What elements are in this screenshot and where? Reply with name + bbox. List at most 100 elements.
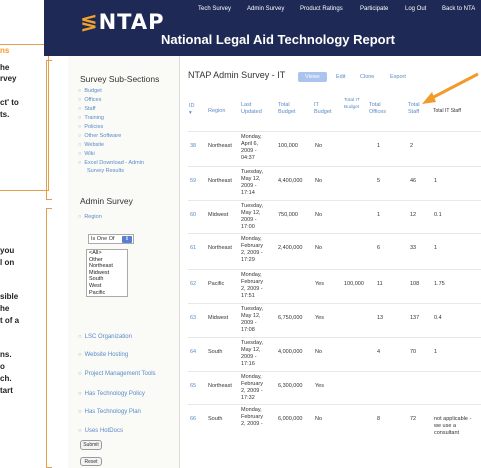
sidebar-item-policies[interactable]: ○ Policies	[78, 124, 103, 130]
row-total-budget: 4,000,000	[278, 349, 303, 355]
filter-lsc-organization[interactable]: ○ LSC Organization	[78, 334, 132, 340]
logo-mark-icon: ≶	[80, 10, 99, 34]
region-option[interactable]: Other	[87, 257, 127, 264]
row-total-it-staff: 1	[434, 178, 438, 184]
nav-admin-survey[interactable]: Admin Survey	[247, 6, 284, 12]
filter-region[interactable]: ○ Region	[78, 214, 102, 220]
filter-uses-hotdocs[interactable]: ○ Uses HotDocs	[78, 428, 123, 434]
tab-views[interactable]: Views	[298, 72, 327, 82]
row-last-updated: Tuesday, May 12, 2009 -17:08	[241, 306, 264, 333]
region-option[interactable]: Pacific	[87, 290, 127, 297]
row-it-budget: No	[315, 178, 323, 184]
row-last-updated: Tuesday, May 12, 2009 -17:14	[241, 169, 264, 196]
row-id-link[interactable]: 59	[190, 178, 196, 185]
region-option[interactable]: Northeast	[87, 263, 127, 270]
logo[interactable]: ≶NTAP	[80, 10, 165, 34]
reset-button[interactable]: Reset	[80, 457, 102, 466]
filter-has-technology-plan[interactable]: ○ Has Technology Plan	[78, 409, 141, 415]
annotation-bracket	[46, 208, 52, 468]
row-total-offices: 8	[377, 416, 381, 422]
row-id-link[interactable]: 66	[190, 416, 196, 423]
region-multiselect[interactable]: <All> Other Northeast Midwest South West…	[86, 249, 128, 297]
row-region: South	[208, 416, 223, 422]
row-total-budget: 6,300,000	[278, 383, 303, 389]
nav-tech-survey[interactable]: Tech Survey	[198, 6, 231, 12]
col-header-it-budget[interactable]: IT Budget	[314, 102, 332, 115]
nav-participate[interactable]: Participate	[360, 6, 388, 12]
submit-button[interactable]: Submit	[80, 440, 102, 450]
annotation-text: ns.	[0, 350, 12, 359]
row-id-link[interactable]: 62	[190, 281, 196, 288]
row-total-offices: 1	[377, 143, 381, 149]
row-total-staff: 12	[410, 212, 417, 218]
annotation-text: ch.	[0, 374, 12, 383]
sidebar-item-wiki[interactable]: ○ Wiki	[78, 151, 95, 157]
filter-has-technology-policy[interactable]: ○ Has Technology Policy	[78, 391, 145, 397]
col-header-region[interactable]: Region	[208, 108, 234, 115]
logo-text: NTAP	[98, 10, 165, 34]
col-header-total-budget[interactable]: Total Budget	[278, 102, 300, 115]
row-id-link[interactable]: 63	[190, 315, 196, 322]
col-header-last-updated[interactable]: Last Updated	[241, 102, 267, 115]
sidebar-item-website[interactable]: ○ Website	[78, 142, 104, 148]
sidebar-item-other-software[interactable]: ○ Other Software	[78, 133, 121, 139]
chevron-down-icon: ⇕	[122, 236, 132, 243]
row-total-offices: 13	[377, 315, 384, 321]
sidebar-item-excel-download-cont[interactable]: Survey Results	[87, 168, 124, 174]
row-divider	[188, 337, 481, 338]
row-total-staff: 46	[410, 178, 417, 184]
sidebar-item-excel-download[interactable]: ○ Excel Download - Admin	[78, 160, 144, 166]
annotation-text: he	[0, 63, 10, 72]
col-header-total-offices[interactable]: Total Offices	[369, 102, 391, 115]
region-option[interactable]: South	[87, 276, 127, 283]
region-operator-select[interactable]: Is One Of ⇕	[88, 234, 134, 244]
annotation-text: t of a	[0, 316, 20, 325]
row-id-link[interactable]: 64	[190, 349, 196, 356]
tab-clone[interactable]: Clone	[360, 72, 374, 82]
row-total-staff: 108	[410, 281, 420, 287]
row-divider	[188, 166, 481, 167]
row-total-staff: 2	[410, 143, 414, 149]
row-id-link[interactable]: 65	[190, 383, 196, 390]
row-it-budget: No	[315, 416, 323, 422]
filter-project-management-tools[interactable]: ○ Project Management Tools	[78, 371, 156, 377]
row-total-staff: 33	[410, 245, 417, 251]
col-header-total-staff[interactable]: Total Staff	[408, 102, 426, 115]
col-header-id[interactable]: ID	[189, 103, 203, 110]
row-total-staff: 137	[410, 315, 420, 321]
annotation-text: l on	[0, 258, 15, 267]
nav-product-ratings[interactable]: Product Ratings	[300, 6, 343, 12]
sidebar-item-offices[interactable]: ○ Offices	[78, 97, 101, 103]
tab-edit[interactable]: Edit	[336, 72, 345, 82]
sidebar-item-training[interactable]: ○ Training	[78, 115, 104, 121]
row-id-link[interactable]: 61	[190, 245, 196, 252]
sort-arrow-icon[interactable]: ▾	[189, 110, 195, 117]
row-it-budget: No	[315, 349, 323, 355]
site-header: Tech Survey Admin Survey Product Ratings…	[44, 0, 481, 56]
row-total-offices: 6	[377, 245, 381, 251]
nav-log-out[interactable]: Log Out	[405, 6, 426, 12]
region-option[interactable]: <All>	[87, 250, 127, 257]
row-total-offices: 5	[377, 178, 381, 184]
annotation-bracket	[46, 60, 52, 200]
annotation-text: you	[0, 246, 15, 255]
col-header-total-it-budget[interactable]: Total IT Budget	[344, 98, 364, 111]
row-total-offices: 4	[377, 349, 381, 355]
sidebar-item-budget[interactable]: ○ Budget	[78, 88, 102, 94]
tab-export[interactable]: Export	[390, 72, 406, 82]
annotation-text: ts.	[0, 110, 10, 119]
row-total-offices: 11	[377, 281, 383, 287]
region-option[interactable]: West	[87, 283, 127, 290]
sidebar-item-staff[interactable]: ○ Staff	[78, 106, 96, 112]
nav-back[interactable]: Back to NTA	[442, 6, 475, 12]
annotation-text: sible	[0, 292, 19, 301]
row-id-link[interactable]: 60	[190, 212, 196, 219]
filter-website-hosting[interactable]: ○ Website Hosting	[78, 352, 128, 358]
row-last-updated: Monday, February 2, 2009 -17:29	[241, 236, 264, 263]
row-id-link[interactable]: 38	[190, 143, 196, 150]
subsections-heading: Survey Sub-Sections	[80, 74, 160, 84]
row-total-budget: 750,000	[278, 212, 298, 218]
region-option[interactable]: Midwest	[87, 270, 127, 277]
row-it-budget: Yes	[315, 281, 324, 287]
row-total-it-staff: 0.1	[434, 212, 442, 218]
